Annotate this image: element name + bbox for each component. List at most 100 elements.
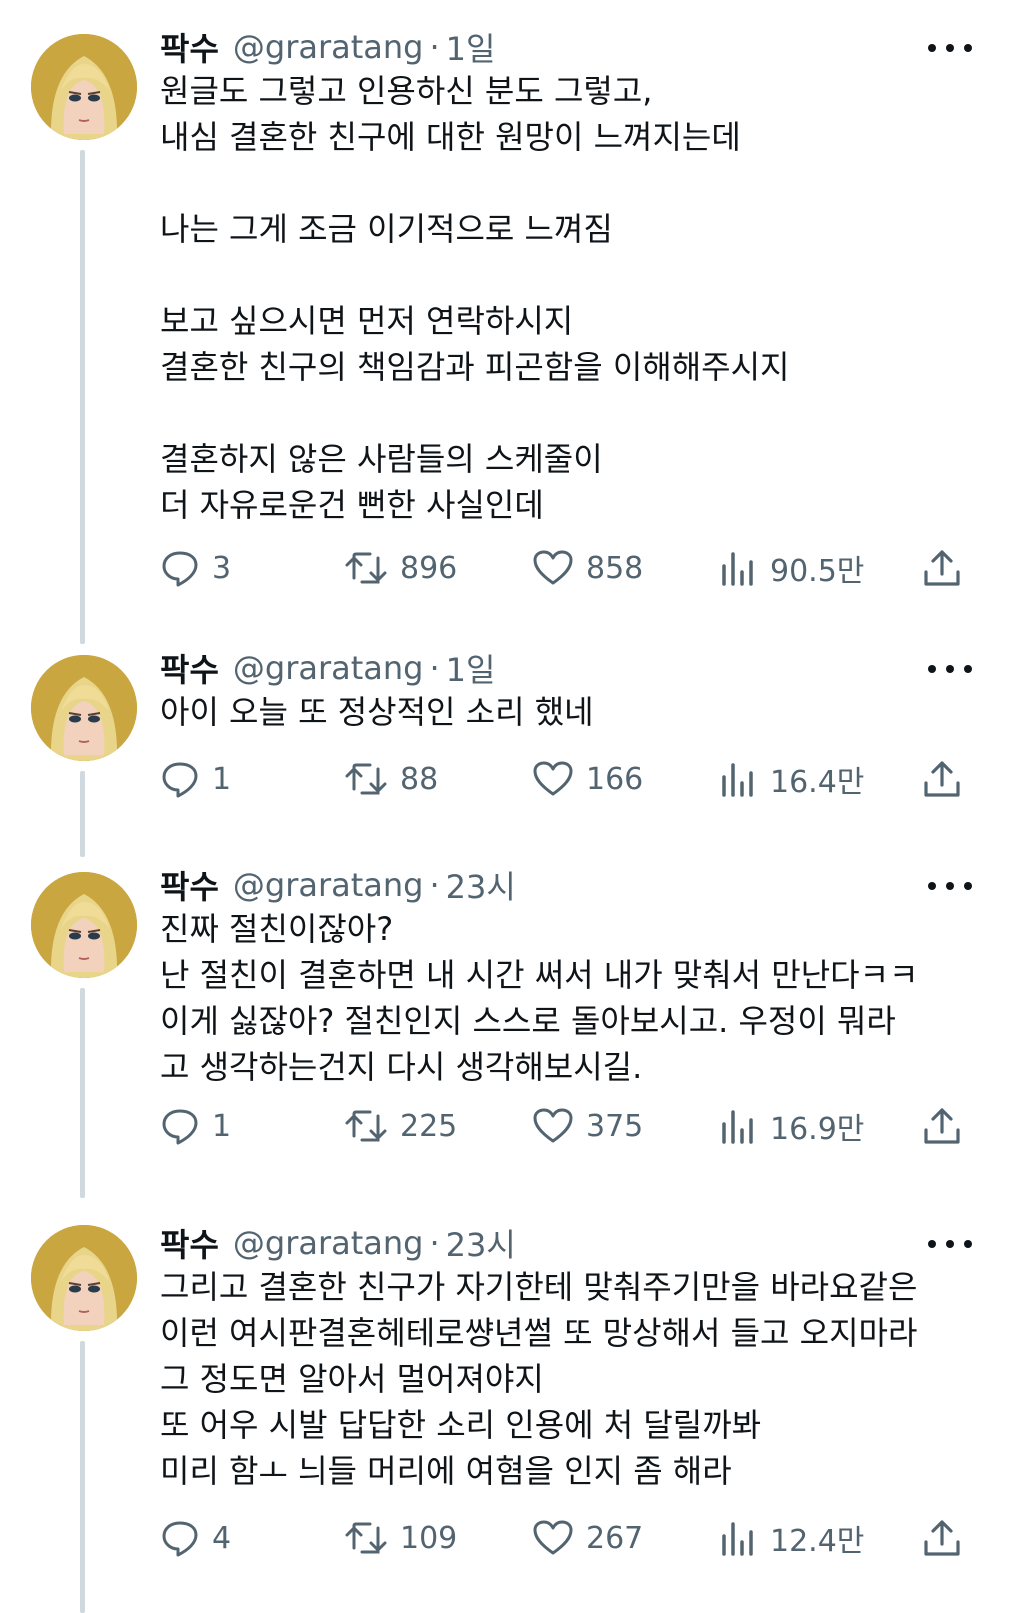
views-icon: [722, 763, 753, 797]
display-name[interactable]: 팍수: [160, 862, 219, 908]
reply-count: 1: [212, 761, 232, 797]
heart-icon: [533, 550, 573, 585]
display-name[interactable]: 팍수: [160, 645, 219, 691]
views-icon: [722, 552, 753, 586]
user-handle[interactable]: @graratang: [233, 1224, 424, 1262]
retweet-button[interactable]: 88: [344, 755, 438, 803]
avatar[interactable]: [31, 1225, 137, 1331]
heart-icon: [533, 1520, 573, 1555]
share-button[interactable]: [922, 1514, 974, 1562]
thread-line: [80, 1341, 85, 1613]
like-count: 375: [586, 1108, 644, 1144]
retweet-button[interactable]: 225: [344, 1102, 457, 1150]
heart-icon: [533, 761, 573, 796]
retweet-button[interactable]: 109: [344, 1514, 457, 1562]
like-button[interactable]: 858: [532, 544, 643, 592]
reply-icon: [162, 1521, 198, 1557]
timestamp[interactable]: 1일: [446, 24, 496, 70]
avatar-image: [31, 34, 137, 140]
retweet-count: 896: [400, 550, 458, 586]
display-name[interactable]: 팍수: [160, 24, 219, 70]
retweet-icon: [345, 1110, 387, 1142]
retweet-icon: [345, 763, 387, 795]
timestamp[interactable]: 1일: [446, 645, 496, 691]
tweet-actions: 1 225 375 16.9만: [160, 1102, 990, 1150]
tweet-text: 원글도 그렇고 인용하신 분도 그렇고, 내심 결혼한 친구에 대한 원망이 느…: [160, 72, 790, 524]
thread-line: [80, 150, 85, 644]
like-button[interactable]: 267: [532, 1514, 643, 1562]
reply-icon: [162, 1109, 198, 1145]
views-count: 16.9만: [770, 1112, 865, 1147]
separator-dot: ·: [429, 1224, 440, 1262]
separator-dot: ·: [429, 866, 440, 904]
retweet-icon: [345, 1522, 387, 1554]
share-icon: [924, 1520, 960, 1556]
views-button[interactable]: 16.9만: [718, 1102, 864, 1150]
tweet-text: 진짜 절친이잖아? 난 절친이 결혼하면 내 시간 써서 내가 맞춰서 만난다ㅋ…: [160, 910, 919, 1086]
tweet[interactable]: 팍수 @graratang · 23시 진짜 절친이잖아? 난 절친이 결혼하면…: [0, 862, 1024, 1198]
reply-count: 4: [212, 1520, 232, 1556]
retweet-count: 88: [400, 761, 439, 797]
reply-button[interactable]: 4: [160, 1514, 231, 1562]
share-button[interactable]: [922, 544, 974, 592]
reply-button[interactable]: 3: [160, 544, 231, 592]
share-icon: [924, 761, 960, 797]
reply-icon: [162, 762, 198, 798]
views-icon: [722, 1522, 753, 1556]
views-count: 16.4만: [770, 765, 865, 800]
tweet-header: 팍수 @graratang · 23시: [160, 862, 516, 908]
tweet[interactable]: 팍수 @graratang · 1일 아이 오늘 또 정상적인 소리 했네 1 …: [0, 645, 1024, 857]
tweet-actions: 1 88 166 16.4만: [160, 755, 990, 803]
tweet-text: 아이 오늘 또 정상적인 소리 했네: [160, 693, 594, 731]
separator-dot: ·: [429, 28, 440, 66]
avatar-image: [31, 872, 137, 978]
reply-button[interactable]: 1: [160, 1102, 231, 1150]
views-button[interactable]: 12.4만: [718, 1514, 864, 1562]
display-name[interactable]: 팍수: [160, 1220, 219, 1266]
avatar[interactable]: [31, 34, 137, 140]
reply-count: 3: [212, 550, 232, 586]
avatar[interactable]: [31, 872, 137, 978]
user-handle[interactable]: @graratang: [233, 28, 424, 66]
retweet-icon: [345, 552, 387, 584]
heart-icon: [533, 1108, 573, 1143]
reply-button[interactable]: 1: [160, 755, 231, 803]
avatar-image: [31, 1225, 137, 1331]
more-icon[interactable]: [928, 1230, 972, 1258]
avatar[interactable]: [31, 655, 137, 761]
tweet-header: 팍수 @graratang · 1일: [160, 645, 495, 691]
tweet-actions: 3 896 858 90.5만: [160, 544, 990, 592]
views-count: 90.5만: [770, 554, 865, 589]
like-count: 166: [586, 761, 644, 797]
share-button[interactable]: [922, 755, 974, 803]
user-handle[interactable]: @graratang: [233, 866, 424, 904]
thread-line: [80, 771, 85, 857]
more-icon[interactable]: [928, 872, 972, 900]
tweet[interactable]: 팍수 @graratang · 1일 원글도 그렇고 인용하신 분도 그렇고, …: [0, 24, 1024, 644]
retweet-count: 109: [400, 1520, 458, 1556]
thread-line: [80, 988, 85, 1198]
views-button[interactable]: 16.4만: [718, 755, 864, 803]
timestamp[interactable]: 23시: [446, 1220, 516, 1266]
tweet-header: 팍수 @graratang · 23시: [160, 1220, 516, 1266]
like-count: 267: [586, 1520, 644, 1556]
share-icon: [924, 1108, 960, 1144]
tweet-text: 그리고 결혼한 친구가 자기한테 맞춰주기만을 바라요같은 이런 여시판결혼헤테…: [160, 1268, 918, 1490]
separator-dot: ·: [429, 649, 440, 687]
more-icon[interactable]: [928, 34, 972, 62]
tweet[interactable]: 팍수 @graratang · 23시 그리고 결혼한 친구가 자기한테 맞춰주…: [0, 1220, 1024, 1613]
reply-count: 1: [212, 1108, 232, 1144]
avatar-image: [31, 655, 137, 761]
views-count: 12.4만: [770, 1524, 865, 1559]
user-handle[interactable]: @graratang: [233, 649, 424, 687]
like-count: 858: [586, 550, 644, 586]
views-button[interactable]: 90.5만: [718, 544, 864, 592]
more-icon[interactable]: [928, 655, 972, 683]
like-button[interactable]: 375: [532, 1102, 643, 1150]
tweet-actions: 4 109 267 12.4만: [160, 1514, 990, 1562]
share-icon: [924, 550, 960, 586]
share-button[interactable]: [922, 1102, 974, 1150]
timestamp[interactable]: 23시: [446, 862, 516, 908]
like-button[interactable]: 166: [532, 755, 643, 803]
retweet-button[interactable]: 896: [344, 544, 457, 592]
